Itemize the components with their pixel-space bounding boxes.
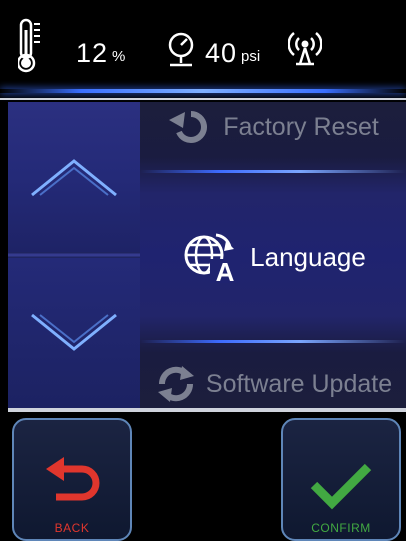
factory-reset-icon — [167, 108, 215, 146]
menu-item-label: Software Update — [205, 369, 393, 398]
refresh-icon — [154, 364, 198, 404]
scroll-arrows — [8, 102, 141, 408]
confirm-button[interactable]: CONFIRM — [281, 418, 401, 541]
pressure-readout: 40 psi — [205, 38, 260, 69]
scroll-up-button[interactable] — [8, 102, 140, 252]
menu-panel: Factory Reset A Language Software Update — [8, 102, 406, 408]
humidity-readout: 12 % — [76, 38, 125, 69]
menu-item-label: Language — [250, 241, 366, 272]
confirm-label: CONFIRM — [311, 521, 371, 535]
scroll-down-button[interactable] — [8, 258, 140, 408]
humidity-unit: % — [112, 48, 126, 65]
menu-item-factory-reset[interactable]: Factory Reset — [140, 102, 406, 152]
menu-item-software-update[interactable]: Software Update — [140, 360, 406, 408]
pressure-unit: psi — [241, 48, 261, 65]
menu-item-label: Factory Reset — [223, 112, 379, 141]
status-glow-line — [0, 89, 406, 93]
pressure-gauge-icon — [166, 30, 196, 70]
back-label: BACK — [54, 521, 90, 535]
checkmark-icon — [308, 459, 374, 513]
status-divider — [0, 98, 406, 100]
chevron-up-icon — [31, 159, 117, 197]
pressure-value: 40 — [205, 38, 238, 68]
back-button[interactable]: BACK — [12, 418, 132, 541]
menu-item-language[interactable]: A Language — [140, 172, 406, 342]
thermometer-icon — [18, 18, 44, 74]
back-arrow-icon — [42, 457, 102, 513]
language-icon: A — [180, 231, 242, 283]
selection-line-bottom — [140, 340, 406, 343]
menu-list: Factory Reset A Language Software Update — [140, 102, 406, 408]
svg-text:A: A — [216, 257, 235, 283]
status-bar: 12 % 40 psi — [0, 0, 406, 90]
wireless-signal-icon — [288, 30, 322, 70]
humidity-value: 12 — [76, 38, 109, 68]
chevron-down-icon — [31, 313, 117, 351]
panel-divider — [8, 408, 406, 412]
